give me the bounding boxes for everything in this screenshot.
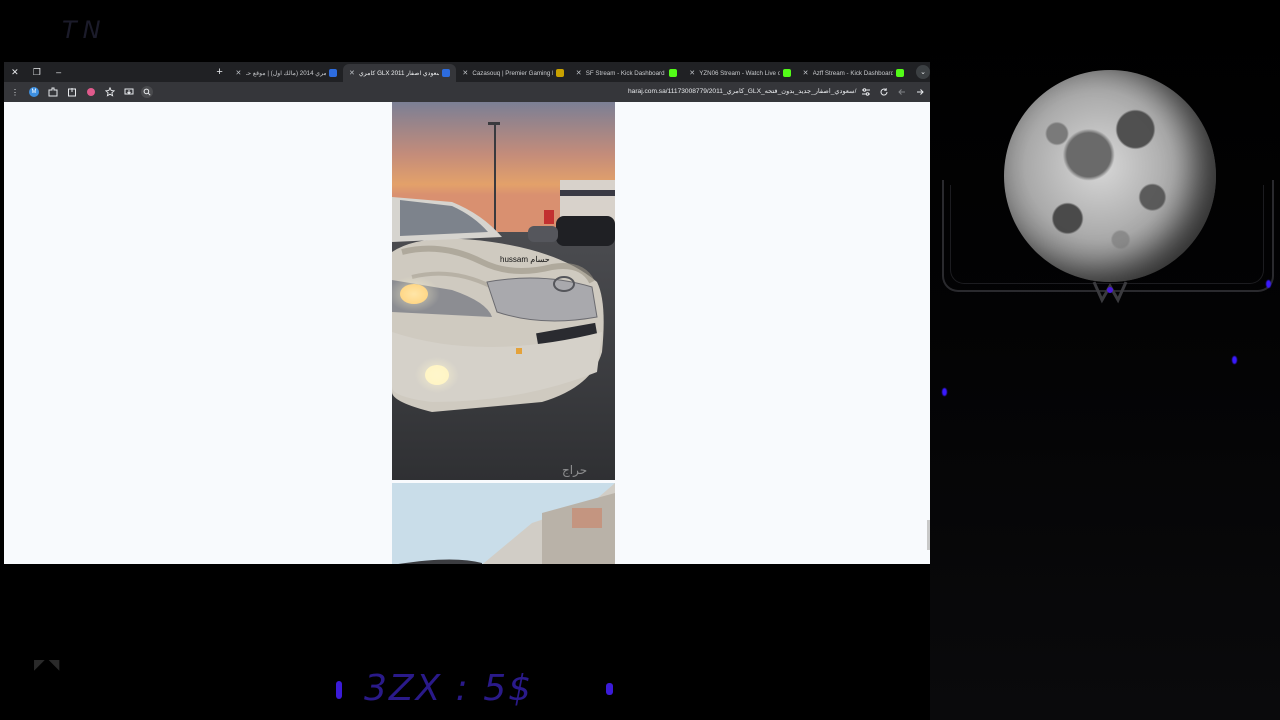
extension-puzzle-icon xyxy=(48,87,58,97)
tab-cazasouq[interactable]: ✕ Cazasouq | Premier Gaming Hu xyxy=(456,64,569,82)
tab-title: Azff Stream - Kick Dashboard xyxy=(812,69,894,77)
tab-title: YZN06 Stream - Watch Live on xyxy=(699,69,780,77)
new-tab-button[interactable]: + xyxy=(210,62,230,82)
haraj-favicon-icon xyxy=(328,69,337,77)
share-icon[interactable] xyxy=(64,84,80,100)
tab-camry-glx-2011[interactable]: ✕ كامري GLX 2011 سعودي اصفار xyxy=(342,64,457,82)
tab-title: SF Stream - Kick Dashboard xyxy=(585,69,665,77)
extension-icon[interactable] xyxy=(45,84,61,100)
tab-search-menu-button[interactable]: ⌄ xyxy=(916,65,930,79)
tab-title: كامري GLX 2011 سعودي اصفار xyxy=(358,69,440,77)
tab-yzn06-stream[interactable]: ✕ YZN06 Stream - Watch Live on xyxy=(683,64,796,82)
arrow-right-icon xyxy=(917,89,924,95)
kick-favicon-icon xyxy=(896,69,905,77)
tab-close-icon[interactable]: ✕ xyxy=(349,69,359,77)
overlay-arrows: ◤ ◥ xyxy=(34,656,60,672)
monitor-download-icon xyxy=(124,88,134,95)
browser-menu-icon[interactable]: ⋮ xyxy=(7,84,23,100)
google-lens-icon[interactable] xyxy=(141,86,153,98)
extension-heart-button[interactable] xyxy=(83,84,99,100)
moon-image xyxy=(1004,70,1216,282)
reload-icon[interactable] xyxy=(876,84,892,100)
w-emblem-icon xyxy=(1092,281,1128,304)
star-icon xyxy=(105,87,115,97)
browser-window: ✕ ❐ – + ✕ كامري 2014 (مالك اول) | موقع ح… xyxy=(4,62,930,564)
cazasouq-favicon-icon xyxy=(555,69,564,77)
kick-favicon-icon xyxy=(782,69,791,77)
car-listing-photo[interactable]: hussam حسام حراج xyxy=(392,102,615,480)
tab-strip: ✕ ❐ – + ✕ كامري 2014 (مالك اول) | موقع ح… xyxy=(4,62,930,82)
tab-title: Cazasouq | Premier Gaming Hu xyxy=(472,69,553,77)
car-listing-photo-2[interactable] xyxy=(392,483,615,564)
tab-camry-2014[interactable]: ✕ كامري 2014 (مالك اول) | موقع حـ xyxy=(230,64,343,82)
purple-spark xyxy=(942,388,947,396)
window-close-button[interactable]: ✕ xyxy=(4,62,26,82)
profile-button[interactable]: M xyxy=(26,84,42,100)
haraj-favicon-icon xyxy=(442,69,451,77)
price-overlay-text: 3ZX : 5$ xyxy=(364,668,534,709)
window-minimize-button[interactable]: – xyxy=(48,62,70,82)
install-app-icon[interactable] xyxy=(121,84,137,100)
page-scrollbar[interactable] xyxy=(927,520,930,550)
stream-logo: TN xyxy=(62,16,107,44)
page-content: hussam حسام حراج xyxy=(4,102,930,564)
back-icon[interactable] xyxy=(912,84,928,100)
photo-caption: hussam حسام xyxy=(500,255,550,264)
window-restore-button[interactable]: ❐ xyxy=(26,62,48,82)
tab-close-icon[interactable]: ✕ xyxy=(462,69,472,77)
tab-close-icon[interactable]: ✕ xyxy=(236,69,246,77)
site-settings-icon[interactable] xyxy=(858,84,874,100)
reload-arrow-icon xyxy=(880,88,888,96)
browser-toolbar: ⋮ M haraj.com.sa/11173008779/2011_كامري_… xyxy=(4,82,930,102)
forward-icon[interactable] xyxy=(894,84,910,100)
purple-spark xyxy=(1266,280,1271,288)
bookmark-star-icon[interactable] xyxy=(102,84,118,100)
heart-icon xyxy=(87,88,95,96)
tab-close-icon[interactable]: ✕ xyxy=(803,69,813,77)
profile-avatar: M xyxy=(29,87,39,97)
arrow-left-icon xyxy=(898,89,905,95)
share-box-icon xyxy=(68,88,76,97)
tune-icon xyxy=(862,88,870,96)
magnifier-icon xyxy=(143,88,151,96)
kick-favicon-icon xyxy=(669,69,678,77)
tab-sf-stream[interactable]: ✕ SF Stream - Kick Dashboard xyxy=(570,64,683,82)
address-bar-url[interactable]: haraj.com.sa/11173008779/2011_كامري_GLX_… xyxy=(628,87,856,95)
tab-close-icon[interactable]: ✕ xyxy=(689,69,699,77)
tab-title: كامري 2014 (مالك اول) | موقع حـ xyxy=(245,69,326,77)
purple-marker xyxy=(336,681,342,699)
tab-azff-stream[interactable]: ✕ Azff Stream - Kick Dashboard xyxy=(797,64,910,82)
tab-close-icon[interactable]: ✕ xyxy=(576,69,586,77)
stream-side-panel xyxy=(930,0,1280,720)
purple-marker xyxy=(606,683,613,695)
purple-spark xyxy=(1232,356,1237,364)
haraj-watermark: حراج xyxy=(562,463,587,478)
